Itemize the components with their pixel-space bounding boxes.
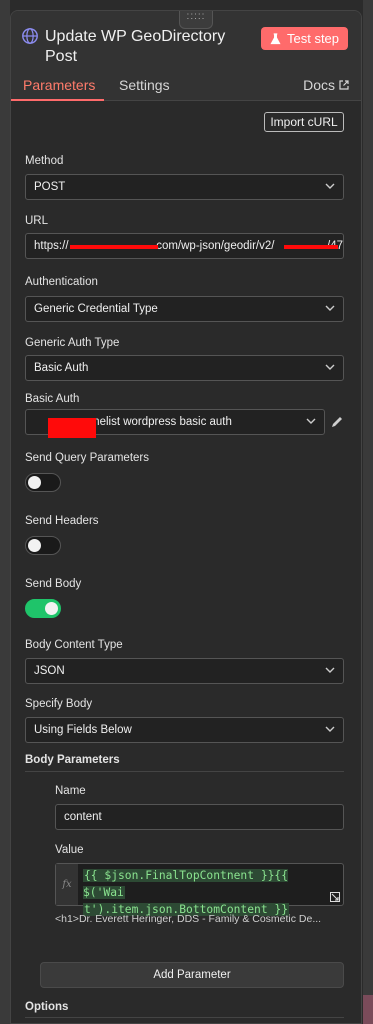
- toggle-knob: [28, 539, 41, 552]
- generic-auth-type-value: Basic Auth: [34, 362, 89, 374]
- tab-parameters[interactable]: Parameters: [23, 77, 95, 93]
- globe-icon: [22, 28, 38, 44]
- body-parameters-label: Body Parameters: [25, 754, 120, 766]
- send-query-label: Send Query Parameters: [25, 452, 150, 464]
- url-label: URL: [25, 215, 49, 227]
- param-name-label: Name: [55, 785, 86, 797]
- options-label: Options: [25, 1001, 69, 1013]
- param-value-label: Value: [55, 844, 84, 856]
- parameters-content: Import cURL Method POST URL https:// .co…: [11, 101, 361, 1023]
- import-curl-button[interactable]: Import cURL: [264, 112, 344, 132]
- flask-icon: [270, 32, 281, 44]
- basic-auth-label: Basic Auth: [25, 393, 80, 405]
- tab-settings[interactable]: Settings: [119, 77, 170, 93]
- body-content-type-value: JSON: [34, 665, 65, 677]
- chevron-down-icon: [325, 667, 335, 673]
- chevron-down-icon: [325, 364, 335, 370]
- method-value: POST: [34, 181, 66, 193]
- authentication-select[interactable]: Generic Credential Type: [25, 296, 344, 322]
- external-link-icon: [339, 80, 349, 90]
- send-headers-label: Send Headers: [25, 515, 99, 527]
- expression-result-preview: <h1>Dr. Everett Heringer, DDS - Family &…: [55, 913, 322, 925]
- specify-body-select[interactable]: Using Fields Below: [25, 717, 344, 743]
- specify-body-value: Using Fields Below: [34, 724, 132, 736]
- toggle-knob: [45, 602, 58, 615]
- expression-line: {{ $json.FinalTopContnent }}{{ $('Wai: [83, 869, 289, 899]
- docs-label: Docs: [303, 77, 335, 93]
- generic-auth-type-select[interactable]: Basic Auth: [25, 355, 344, 381]
- method-select[interactable]: POST: [25, 174, 344, 200]
- test-step-button[interactable]: Test step: [261, 27, 348, 50]
- canvas-background-left: [0, 0, 10, 1024]
- authentication-label: Authentication: [25, 276, 98, 288]
- section-divider: [25, 1017, 344, 1018]
- specify-body-label: Specify Body: [25, 698, 93, 710]
- section-divider: [25, 771, 344, 772]
- param-name-value: content: [64, 811, 102, 823]
- expand-icon[interactable]: [330, 892, 340, 902]
- body-content-type-select[interactable]: JSON: [25, 658, 344, 684]
- redaction-block: [48, 418, 96, 438]
- send-body-label: Send Body: [25, 578, 82, 590]
- chevron-down-icon: [306, 418, 316, 424]
- redaction-mark: [284, 245, 338, 249]
- canvas-node-fragment: [363, 995, 373, 1024]
- authentication-value: Generic Credential Type: [34, 303, 158, 315]
- chevron-down-icon: [325, 183, 335, 189]
- node-title[interactable]: Update WP GeoDirectory Post: [45, 27, 245, 67]
- send-headers-toggle[interactable]: [25, 536, 61, 555]
- method-label: Method: [25, 155, 64, 167]
- fx-icon: fx: [56, 864, 78, 905]
- send-query-toggle[interactable]: [25, 473, 61, 492]
- param-name-input[interactable]: content: [55, 804, 344, 830]
- url-value-prefix: https://: [34, 240, 69, 252]
- chevron-down-icon: [325, 726, 335, 732]
- toggle-knob: [28, 476, 41, 489]
- redaction-mark: [70, 245, 158, 249]
- docs-link[interactable]: Docs: [303, 77, 349, 93]
- edit-pencil-icon[interactable]: [330, 415, 344, 429]
- send-body-toggle[interactable]: [25, 599, 61, 618]
- basic-auth-value: melist wordpress basic auth: [90, 416, 232, 428]
- expression-code: {{ $json.FinalTopContnent }}{{ $('Wai t'…: [83, 867, 333, 918]
- chevron-down-icon: [325, 305, 335, 311]
- body-content-type-label: Body Content Type: [25, 639, 123, 651]
- canvas-background-right: [363, 0, 373, 1024]
- url-value-middle: .com/wp-json/geodir/v2/: [153, 240, 275, 252]
- param-value-expression-editor[interactable]: fx {{ $json.FinalTopContnent }}{{ $('Wai…: [55, 863, 344, 916]
- url-input[interactable]: https:// .com/wp-json/geodir/v2/ /47: [25, 233, 344, 259]
- add-parameter-button[interactable]: Add Parameter: [40, 962, 344, 988]
- tab-bar: Parameters Settings Docs: [11, 73, 361, 101]
- test-step-label: Test step: [286, 31, 340, 46]
- generic-auth-type-label: Generic Auth Type: [25, 337, 120, 349]
- node-parameter-panel: Update WP GeoDirectory Post Test step Pa…: [10, 10, 362, 1024]
- drag-handle[interactable]: :::::: [179, 11, 213, 29]
